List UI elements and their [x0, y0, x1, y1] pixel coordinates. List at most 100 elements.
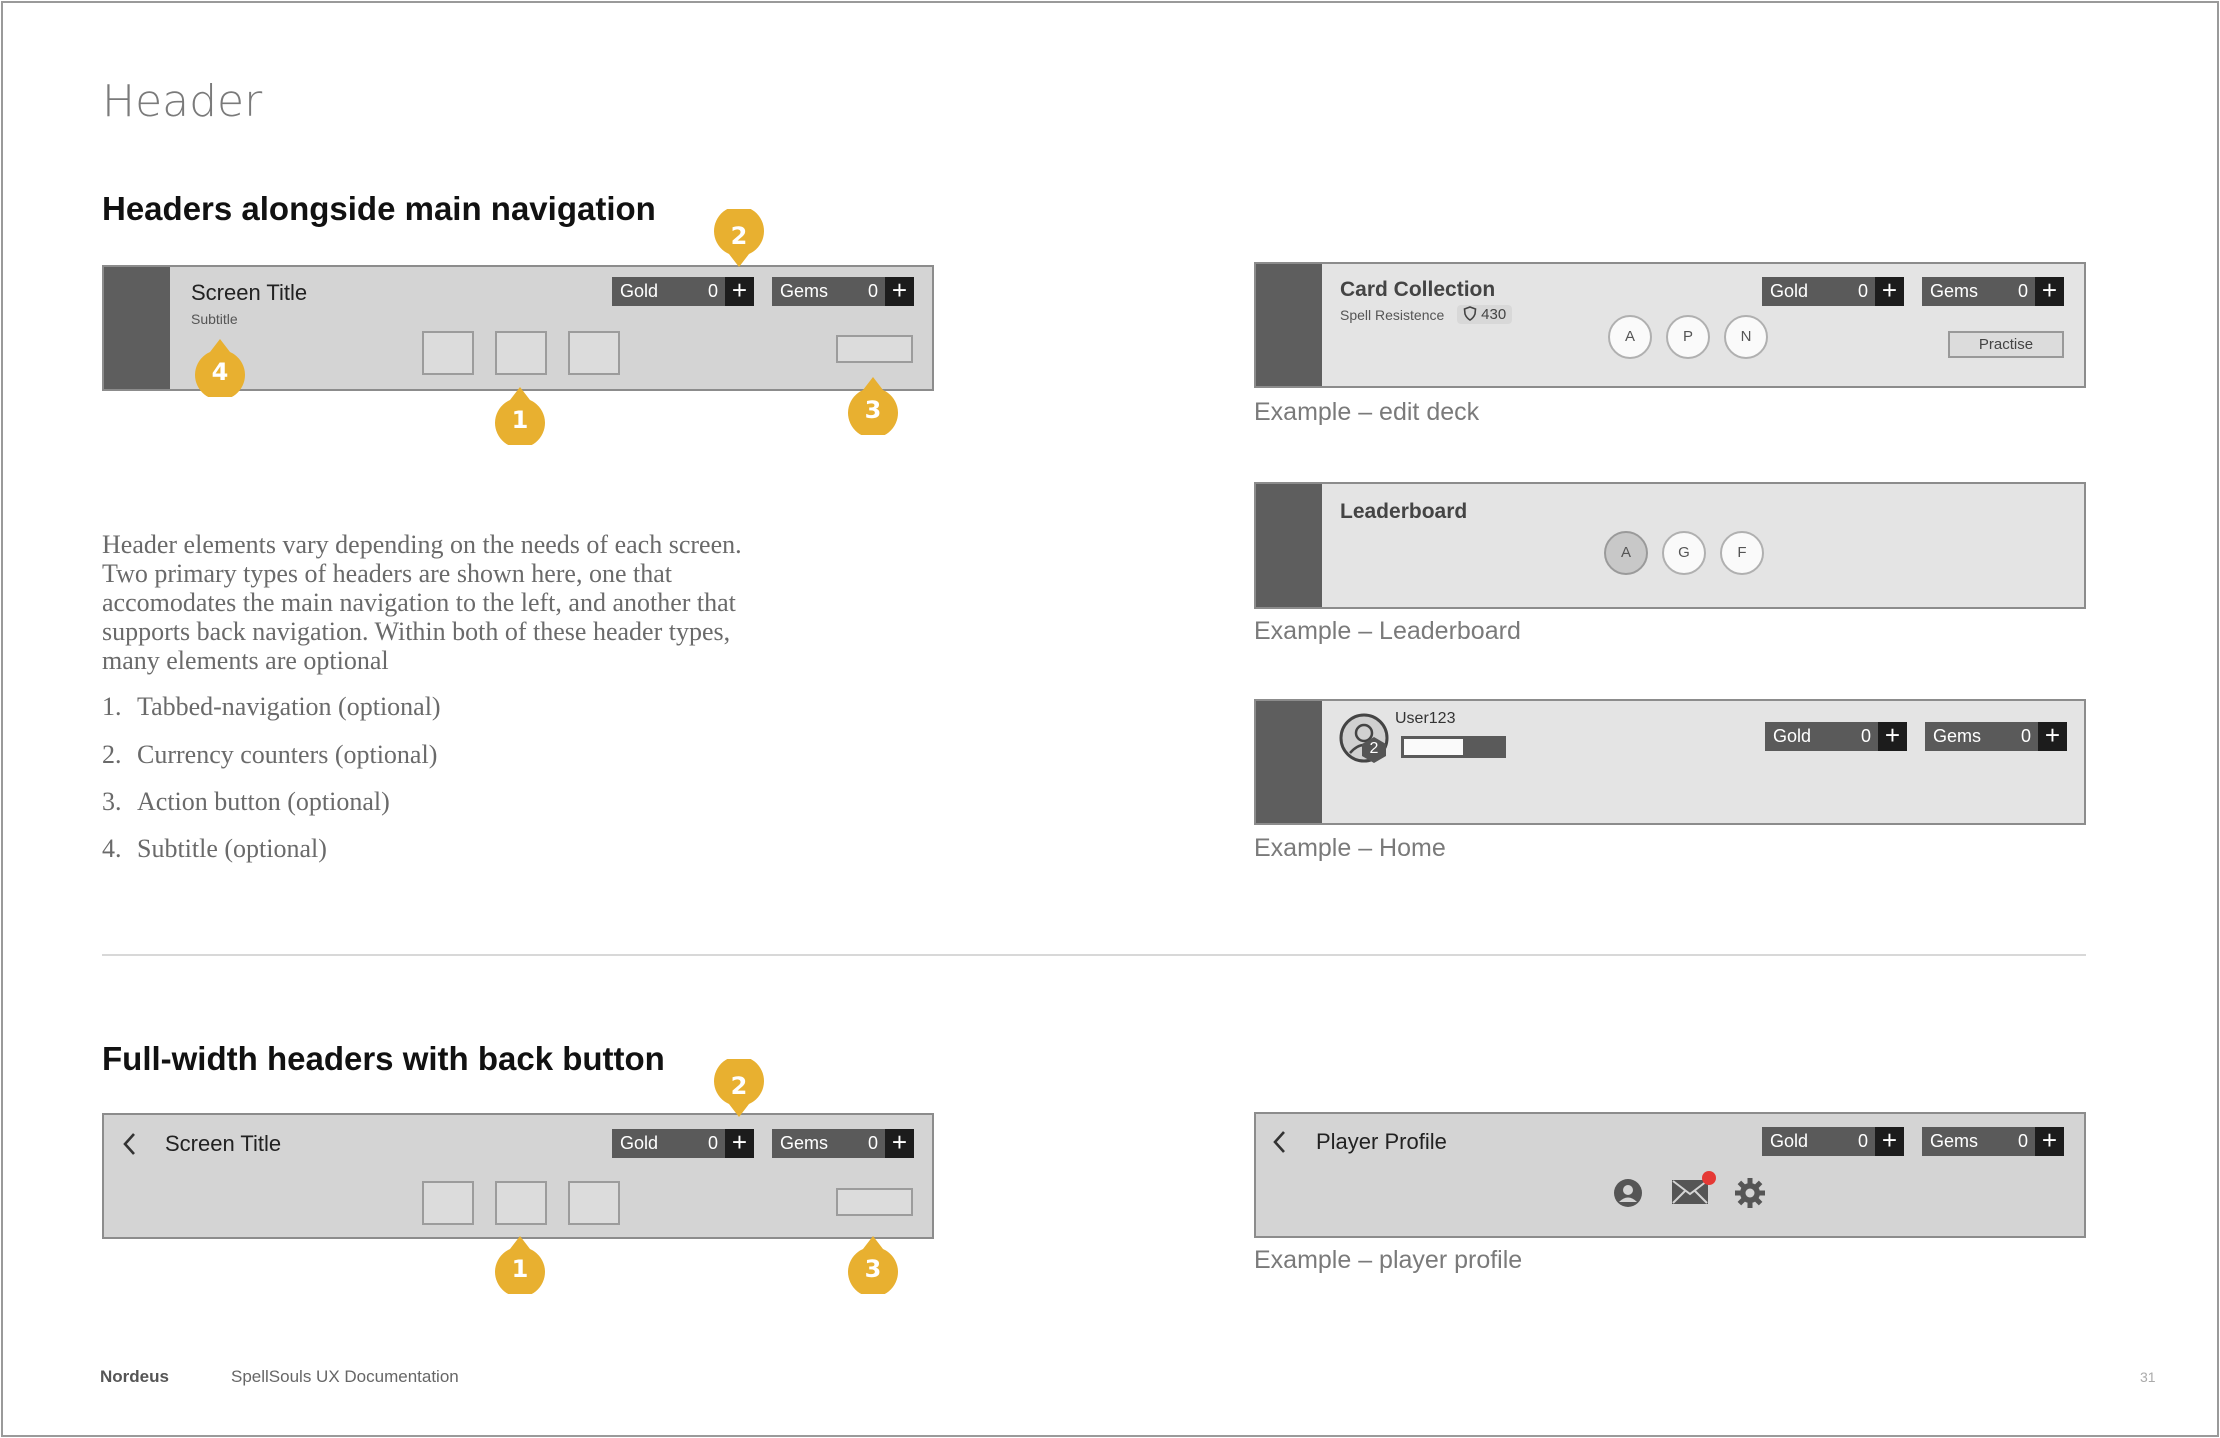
callout-marker: 3	[848, 1236, 898, 1297]
add-gold-button[interactable]: +	[1875, 277, 1904, 306]
practise-button[interactable]: Practise	[1948, 331, 2064, 358]
example-header-player-profile: Player Profile Gold 0 + Gems 0 +	[1254, 1112, 2086, 1238]
screen-title: Screen Title	[191, 280, 308, 305]
level-badge: 2	[1361, 736, 1387, 764]
example-header-edit-deck: Card Collection Spell Resistence 430 Gol…	[1254, 262, 2086, 388]
tab-g[interactable]: G	[1662, 531, 1706, 575]
gold-label: Gold	[620, 1133, 659, 1153]
callout-marker: 2	[714, 1056, 764, 1117]
list-number: 1.	[102, 692, 122, 721]
gems-label: Gems	[780, 281, 829, 301]
mockup-header-back: Screen Title Gold 0 + Gems 0 +	[102, 1113, 934, 1239]
callout-number: 4	[211, 358, 229, 386]
action-button-placeholder[interactable]	[836, 1188, 913, 1216]
add-gold-button[interactable]: +	[725, 277, 754, 306]
list-text: Subtitle (optional)	[137, 834, 327, 863]
gems-counter: Gems 0 +	[772, 277, 914, 306]
list-number: 4.	[102, 834, 122, 863]
screen-title: Leaderboard	[1340, 500, 1468, 523]
tab-a[interactable]: A	[1608, 315, 1652, 359]
gold-label: Gold	[1770, 281, 1809, 301]
callout-marker: 2	[714, 206, 764, 267]
mail-tab[interactable]	[1670, 1170, 1716, 1208]
list-text: Action button (optional)	[137, 787, 390, 816]
tab-placeholder-3[interactable]	[568, 1181, 620, 1225]
description-paragraph: Header elements vary depending on the ne…	[102, 530, 742, 675]
callout-marker: 3	[848, 377, 898, 438]
callout-marker: 1	[495, 1236, 545, 1297]
callout-number: 2	[730, 222, 748, 250]
section-title-main-navigation: Headers alongside main navigation	[102, 190, 656, 227]
list-item: 1. Tabbed-navigation (optional)	[102, 692, 441, 722]
gear-icon	[1735, 1178, 1765, 1208]
gems-value: 0	[2017, 1131, 2028, 1151]
gold-label: Gold	[1770, 1131, 1809, 1151]
action-button-placeholder[interactable]	[836, 335, 913, 363]
gems-label: Gems	[780, 1133, 829, 1153]
gems-value: 0	[2017, 281, 2028, 301]
gold-label: Gold	[1773, 726, 1812, 746]
section-title-back-button: Full-width headers with back button	[102, 1040, 665, 1077]
tab-placeholder-2[interactable]	[495, 331, 547, 375]
tab-p[interactable]: P	[1666, 315, 1710, 359]
callout-marker: 1	[495, 387, 545, 448]
screen-subtitle: Subtitle	[191, 311, 238, 327]
gold-counter: Gold 0 +	[1762, 277, 1904, 306]
username: User123	[1395, 710, 1456, 727]
back-button[interactable]	[120, 1131, 140, 1157]
gems-label: Gems	[1933, 726, 1982, 746]
gems-value: 0	[867, 1133, 878, 1153]
gold-counter: Gold 0 +	[1765, 722, 1907, 751]
screen-title: Player Profile	[1316, 1129, 1447, 1154]
page-number: 31	[2140, 1369, 2156, 1385]
profile-tab[interactable]	[1613, 1178, 1643, 1208]
gold-value: 0	[707, 1133, 718, 1153]
main-navigation-strip	[1256, 264, 1322, 386]
add-gems-button[interactable]: +	[885, 277, 914, 306]
chevron-left-icon	[123, 1133, 135, 1155]
list-text: Currency counters (optional)	[137, 740, 438, 769]
level-value: 2	[1369, 740, 1379, 757]
settings-tab[interactable]	[1734, 1177, 1766, 1209]
list-number: 2.	[102, 740, 122, 769]
callout-marker: 4	[195, 339, 245, 400]
section-divider	[102, 954, 2086, 956]
back-button[interactable]	[1270, 1129, 1290, 1155]
tab-placeholder-2[interactable]	[495, 1181, 547, 1225]
tab-placeholder-3[interactable]	[568, 331, 620, 375]
footer-brand: Nordeus	[100, 1367, 169, 1386]
caption-player-profile: Example – player profile	[1254, 1246, 1523, 1274]
add-gems-button[interactable]: +	[2035, 277, 2064, 306]
gems-counter: Gems 0 +	[1922, 277, 2064, 306]
callout-number: 1	[511, 406, 529, 434]
add-gold-button[interactable]: +	[725, 1129, 754, 1158]
main-navigation-strip	[1256, 701, 1322, 823]
add-gems-button[interactable]: +	[2038, 722, 2067, 751]
add-gems-button[interactable]: +	[885, 1129, 914, 1158]
list-item: 3. Action button (optional)	[102, 787, 390, 817]
example-header-leaderboard: Leaderboard A G F	[1254, 482, 2086, 609]
caption-home: Example – Home	[1254, 834, 1446, 862]
list-text: Tabbed-navigation (optional)	[137, 692, 441, 721]
tab-placeholder-1[interactable]	[422, 1181, 474, 1225]
gems-label: Gems	[1930, 1131, 1979, 1151]
tab-f[interactable]: F	[1720, 531, 1764, 575]
footer-document-title: SpellSouls UX Documentation	[231, 1367, 459, 1386]
main-navigation-strip	[1256, 484, 1322, 607]
screen-title: Card Collection	[1340, 278, 1496, 301]
gems-label: Gems	[1930, 281, 1979, 301]
tab-n[interactable]: N	[1724, 315, 1768, 359]
gold-value: 0	[707, 281, 718, 301]
add-gold-button[interactable]: +	[1875, 1127, 1904, 1156]
tab-a[interactable]: A	[1604, 531, 1648, 575]
gold-counter: Gold 0 +	[1762, 1127, 1904, 1156]
page-title: Header	[102, 76, 263, 127]
add-gold-button[interactable]: +	[1878, 722, 1907, 751]
add-gems-button[interactable]: +	[2035, 1127, 2064, 1156]
screen-title: Screen Title	[165, 1131, 282, 1156]
example-header-home: 2 User123 Gold 0 + Gems 0 +	[1254, 699, 2086, 825]
list-item: 2. Currency counters (optional)	[102, 740, 437, 770]
gold-counter: Gold 0 +	[612, 1129, 754, 1158]
xp-progress-bar	[1401, 736, 1506, 758]
tab-placeholder-1[interactable]	[422, 331, 474, 375]
